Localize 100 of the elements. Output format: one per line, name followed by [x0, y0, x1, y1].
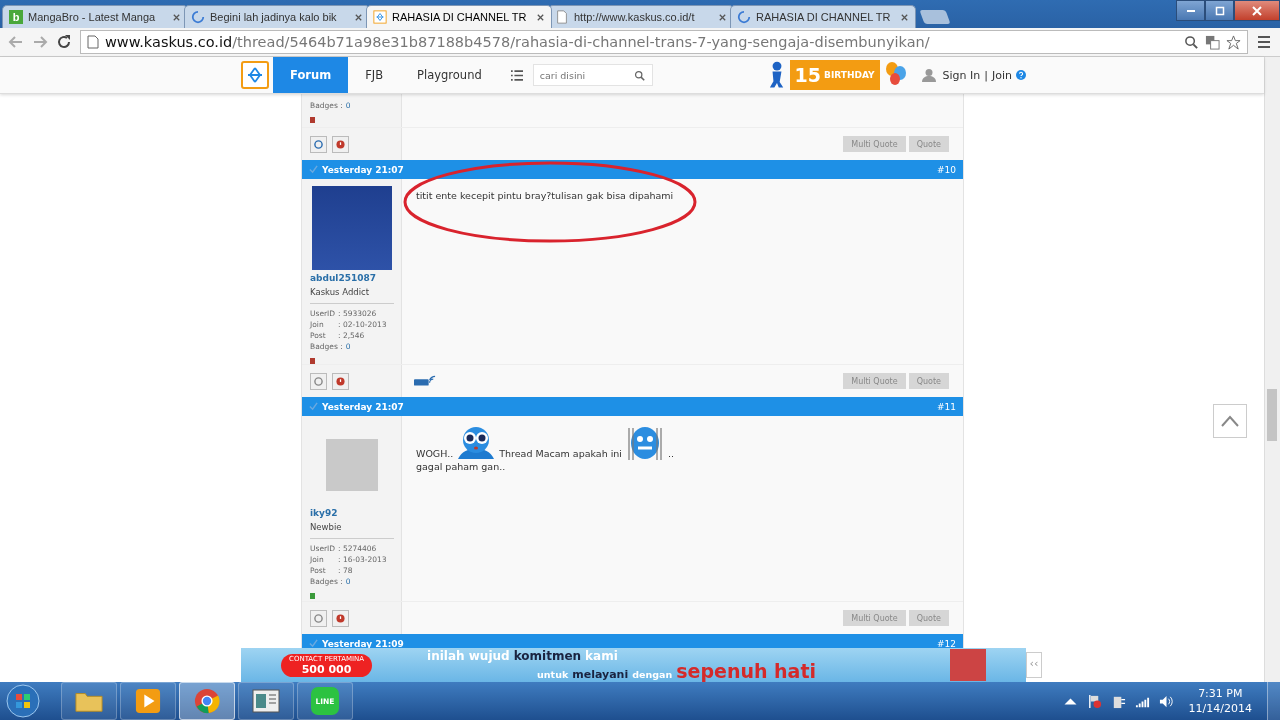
favicon-icon	[373, 10, 387, 24]
user-icon	[921, 68, 936, 82]
separator: |	[984, 68, 988, 82]
banner-slogan: inilah wujud komitmen kami	[427, 648, 618, 664]
post-time: Yesterday 21:07	[322, 401, 404, 412]
address-bar[interactable]: www.kaskus.co.id/thread/5464b71a98e31b87188b4578/rahasia-di-channel-trans-7-yang-sengaja-disembunyikan/	[80, 30, 1248, 54]
page-icon	[555, 10, 569, 24]
scrollbar[interactable]	[1264, 57, 1280, 682]
taskbar-app[interactable]	[120, 682, 176, 720]
quote-button[interactable]: Multi Quote	[843, 610, 906, 626]
join-link[interactable]: Join	[992, 68, 1012, 82]
nav-tab[interactable]: Forum	[273, 57, 349, 93]
post-number-link[interactable]: #12	[937, 638, 956, 648]
start-button[interactable]	[6, 684, 40, 718]
check-icon	[309, 165, 318, 174]
nav-tab[interactable]: FJB	[348, 57, 401, 93]
user-rank: Newbie	[310, 522, 342, 533]
collapse-button[interactable]: ‹‹	[1026, 652, 1042, 678]
media-player-icon	[134, 688, 162, 714]
show-desktop-button[interactable]	[1267, 682, 1280, 720]
message-text: Thread Macam apakah ini	[499, 447, 622, 460]
reload-icon[interactable]	[56, 34, 72, 50]
profile-button[interactable]	[310, 610, 327, 627]
post-time: Yesterday 21:09	[322, 638, 404, 648]
search-field[interactable]: cari disini	[532, 64, 653, 86]
zoom-icon[interactable]	[1184, 34, 1199, 50]
scroll-to-top-button[interactable]	[1213, 404, 1247, 438]
close-icon[interactable]	[718, 12, 727, 22]
check-icon	[309, 402, 318, 411]
close-button[interactable]	[1234, 0, 1280, 21]
circle-icon	[314, 140, 323, 149]
user-rank: Kaskus Addict	[310, 287, 370, 298]
tab-title: RAHASIA DI CHANNEL TR	[392, 11, 528, 23]
flag-icon[interactable]	[1086, 693, 1102, 709]
loading-icon	[737, 10, 751, 24]
tab-title: http://www.kaskus.co.id/t	[574, 11, 696, 23]
maximize-button[interactable]	[1205, 0, 1234, 21]
photo-placeholder	[950, 649, 986, 681]
close-icon	[1252, 5, 1262, 16]
help-icon[interactable]	[1016, 70, 1026, 80]
volume-icon[interactable]	[1158, 693, 1174, 709]
alert-icon	[336, 140, 345, 149]
quote-button[interactable]: Multi Quote	[843, 136, 906, 152]
banner-slogan: untuk melayani dengan sepenuh hati	[537, 663, 817, 682]
tab-title: Begini lah jadinya kalo bik	[210, 11, 338, 23]
post-number-link[interactable]: #11	[937, 401, 956, 412]
close-icon[interactable]	[536, 12, 545, 22]
clock[interactable]: 7:31 PM 11/14/2014	[1188, 686, 1252, 716]
taskbar-app[interactable]	[61, 682, 117, 720]
circle-icon	[314, 377, 323, 386]
tab-title: MangaBro - Latest Manga	[28, 11, 157, 23]
alert-icon	[336, 377, 345, 386]
loading-icon	[191, 10, 205, 24]
translate-icon[interactable]	[1205, 34, 1220, 50]
message-text: WOGH..	[416, 447, 454, 460]
minimize-button[interactable]	[1176, 0, 1205, 21]
chrome-icon	[193, 688, 221, 714]
page-icon	[87, 35, 99, 49]
wap-icon	[414, 375, 436, 387]
taskbar-app[interactable]	[238, 682, 294, 720]
report-button[interactable]	[332, 610, 349, 627]
emoticon-icon	[625, 426, 665, 460]
list-icon[interactable]	[510, 69, 523, 81]
check-icon	[309, 639, 318, 648]
circle-icon	[314, 614, 323, 623]
browser-tab[interactable]: RAHASIA DI CHANNEL TR	[366, 5, 552, 28]
username-link[interactable]: abdul251087	[310, 273, 377, 284]
sign-in-link[interactable]: Sign In	[942, 68, 981, 82]
new-tab-button[interactable]	[919, 10, 951, 24]
post-time: Yesterday 21:07	[322, 164, 404, 175]
maximize-icon	[1214, 5, 1225, 16]
menu-icon[interactable]	[1256, 34, 1272, 50]
report-button[interactable]	[332, 373, 349, 390]
message-text: titit ente kecepit pintu bray?tulisan gak bisa dipahami	[416, 189, 674, 202]
quote-button[interactable]: Quote	[908, 610, 949, 626]
kaskus-logo[interactable]	[241, 61, 269, 89]
emoticon-icon	[456, 426, 497, 460]
quote-button[interactable]: Quote	[908, 136, 949, 152]
profile-button[interactable]	[310, 373, 327, 390]
username-link[interactable]: iky92	[310, 508, 338, 519]
taskbar-app[interactable]	[179, 682, 235, 720]
quote-button[interactable]: Quote	[908, 373, 949, 389]
post-number-link[interactable]: #10	[937, 164, 956, 175]
close-icon[interactable]	[354, 12, 363, 22]
browser-tab[interactable]: RAHASIA DI CHANNEL TR	[730, 5, 916, 28]
message-text: gagal paham gan..	[416, 460, 506, 473]
favicon-icon: b	[9, 10, 23, 24]
close-icon[interactable]	[172, 12, 181, 22]
profile-button[interactable]	[310, 136, 327, 153]
close-icon[interactable]	[900, 12, 909, 22]
tab-title: RAHASIA DI CHANNEL TR	[756, 11, 892, 23]
nav-tab[interactable]: Playground	[400, 57, 499, 93]
message-text: ..	[668, 447, 675, 460]
report-button[interactable]	[332, 136, 349, 153]
search-icon[interactable]	[633, 70, 645, 81]
alert-icon	[336, 614, 345, 623]
star-icon[interactable]	[1226, 34, 1241, 50]
chevron-up-icon	[1221, 415, 1239, 427]
quote-button[interactable]: Multi Quote	[843, 373, 906, 389]
minimize-icon	[1186, 9, 1195, 12]
